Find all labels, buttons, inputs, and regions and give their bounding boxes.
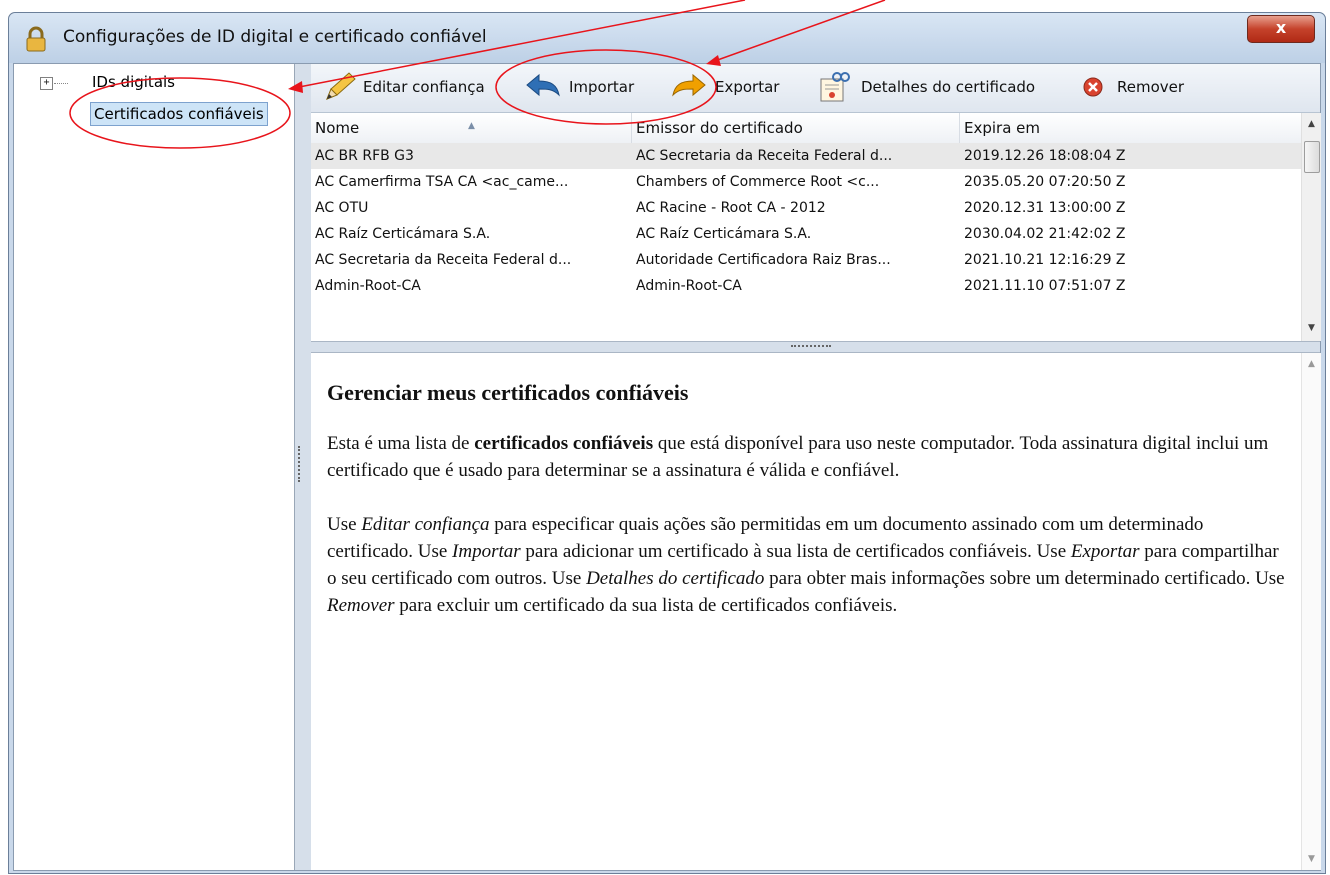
- table-cell: AC Raíz Certicámara S.A.: [636, 226, 812, 242]
- import-label: Importar: [569, 78, 635, 96]
- import-button[interactable]: Importar: [523, 72, 634, 102]
- description-paragraph-2: Use Editar confiança para especificar qu…: [327, 511, 1287, 619]
- table-cell: 2030.04.02 21:42:02 Z: [964, 226, 1126, 242]
- description-title: Gerenciar meus certificados confiáveis: [327, 380, 689, 405]
- text-run-italic: Exportar: [1070, 541, 1140, 562]
- table-cell: AC BR RFB G3: [315, 148, 414, 164]
- toolbar: Editar confiança Importar Exportar Detal…: [311, 64, 1320, 113]
- certificates-pane: Editar confiança Importar Exportar Detal…: [311, 64, 1321, 870]
- table-row[interactable]: AC Camerfirma TSA CA <ac_came... Chambers…: [311, 169, 1301, 195]
- table-header: Nome ▲ Emissor do certificado Expira em: [311, 113, 1301, 144]
- remove-icon: [1083, 77, 1103, 97]
- table-cell: 2019.12.26 18:08:04 Z: [964, 148, 1126, 164]
- vertical-splitter[interactable]: [295, 64, 311, 870]
- description-scrollbar[interactable]: ▲ ▼: [1301, 353, 1321, 870]
- table-cell: Chambers of Commerce Root <c...: [636, 174, 880, 190]
- table-row[interactable]: AC Secretaria da Receita Federal d... Aut…: [311, 247, 1301, 273]
- dialog-window: Configurações de ID digital e certificad…: [8, 12, 1326, 874]
- pencil-icon: [326, 72, 356, 100]
- table-row[interactable]: AC OTU AC Racine - Root CA - 2012 2020.12.…: [311, 195, 1301, 221]
- table-cell: AC Raíz Certicámara S.A.: [315, 226, 491, 242]
- scroll-up-icon[interactable]: ▲: [1302, 115, 1321, 133]
- table-scrollbar[interactable]: ▲ ▼: [1301, 113, 1321, 341]
- table-cell: 2021.10.21 12:16:29 Z: [964, 252, 1126, 268]
- text-run: Use: [327, 514, 362, 535]
- table-cell: AC Camerfirma TSA CA <ac_came...: [315, 174, 569, 190]
- table-cell: 2035.05.20 07:20:50 Z: [964, 174, 1126, 190]
- table-cell: AC Racine - Root CA - 2012: [636, 200, 826, 216]
- table-cell: AC Secretaria da Receita Federal d...: [636, 148, 893, 164]
- title-bar: Configurações de ID digital e certificad…: [9, 13, 1325, 63]
- scroll-down-icon[interactable]: ▼: [1302, 850, 1321, 868]
- text-run: para adicionar um certificado à sua list…: [520, 541, 1071, 562]
- description-paragraph-1: Esta é uma lista de certificados confiáv…: [327, 430, 1287, 484]
- table-cell: Autoridade Certificadora Raiz Bras...: [636, 252, 891, 268]
- description-panel: Gerenciar meus certificados confiáveis E…: [311, 353, 1321, 870]
- category-tree: + IDs digitais Certificados confiáveis: [14, 64, 295, 870]
- column-header-expires[interactable]: Expira em: [960, 113, 1301, 143]
- sort-ascending-icon: ▲: [468, 121, 475, 131]
- text-run: Esta é uma lista de: [327, 433, 475, 454]
- export-button[interactable]: Exportar: [669, 72, 779, 102]
- tree-connector: [54, 83, 68, 84]
- table-cell: Admin-Root-CA: [636, 278, 742, 294]
- text-run-italic: Remover: [327, 595, 395, 616]
- text-run-italic: Detalhes do certificado: [586, 568, 765, 589]
- expand-icon[interactable]: +: [40, 77, 53, 90]
- table-row[interactable]: AC Raíz Certicámara S.A. AC Raíz Certicám…: [311, 221, 1301, 247]
- dialog-client-area: + IDs digitais Certificados confiáveis E…: [13, 63, 1321, 871]
- splitter-grip-icon: [791, 345, 831, 349]
- table-row[interactable]: AC BR RFB G3 AC Secretaria da Receita Fed…: [311, 143, 1301, 169]
- splitter-grip-icon: [298, 446, 304, 482]
- edit-trust-button[interactable]: Editar confiança: [321, 72, 485, 102]
- scroll-up-icon[interactable]: ▲: [1302, 355, 1321, 373]
- tree-item-digital-ids[interactable]: IDs digitais: [92, 73, 175, 91]
- text-run: para excluir um certificado da sua lista…: [394, 595, 898, 616]
- column-header-issuer[interactable]: Emissor do certificado: [632, 113, 960, 143]
- tree-item-trusted-certificates[interactable]: Certificados confiáveis: [90, 102, 268, 126]
- description-body: Gerenciar meus certificados confiáveis E…: [327, 379, 1287, 646]
- certificate-details-label: Detalhes do certificado: [861, 78, 1036, 96]
- table-cell: Admin-Root-CA: [315, 278, 421, 294]
- column-header-label: Nome: [315, 119, 360, 137]
- export-arrow-icon: [672, 73, 706, 97]
- import-arrow-icon: [526, 73, 560, 97]
- scrollbar-thumb[interactable]: [1304, 141, 1320, 173]
- text-run: para obter mais informações sobre um det…: [764, 568, 1285, 589]
- certificate-details-icon: [820, 72, 850, 102]
- certificates-table: Nome ▲ Emissor do certificado Expira em …: [311, 113, 1321, 341]
- column-header-name[interactable]: Nome ▲: [311, 113, 632, 143]
- horizontal-splitter[interactable]: [311, 341, 1320, 353]
- table-cell: 2021.11.10 07:51:07 Z: [964, 278, 1126, 294]
- text-run-italic: Editar confiança: [361, 514, 490, 535]
- remove-label: Remover: [1117, 78, 1185, 96]
- edit-trust-label: Editar confiança: [363, 78, 485, 96]
- table-cell: 2020.12.31 13:00:00 Z: [964, 200, 1126, 216]
- close-button[interactable]: x: [1247, 15, 1315, 43]
- scroll-down-icon[interactable]: ▼: [1302, 319, 1321, 337]
- window-title: Configurações de ID digital e certificad…: [63, 27, 487, 47]
- text-run-italic: Importar: [452, 541, 521, 562]
- table-cell: AC Secretaria da Receita Federal d...: [315, 252, 572, 268]
- text-run-bold: certificados confiáveis: [474, 433, 654, 454]
- lock-icon: [23, 26, 49, 52]
- export-label: Exportar: [715, 78, 780, 96]
- remove-button[interactable]: Remover: [1081, 72, 1184, 102]
- table-cell: AC OTU: [315, 200, 369, 216]
- certificate-details-button[interactable]: Detalhes do certificado: [815, 72, 1035, 102]
- table-row[interactable]: Admin-Root-CA Admin-Root-CA 2021.11.10 07:…: [311, 273, 1301, 299]
